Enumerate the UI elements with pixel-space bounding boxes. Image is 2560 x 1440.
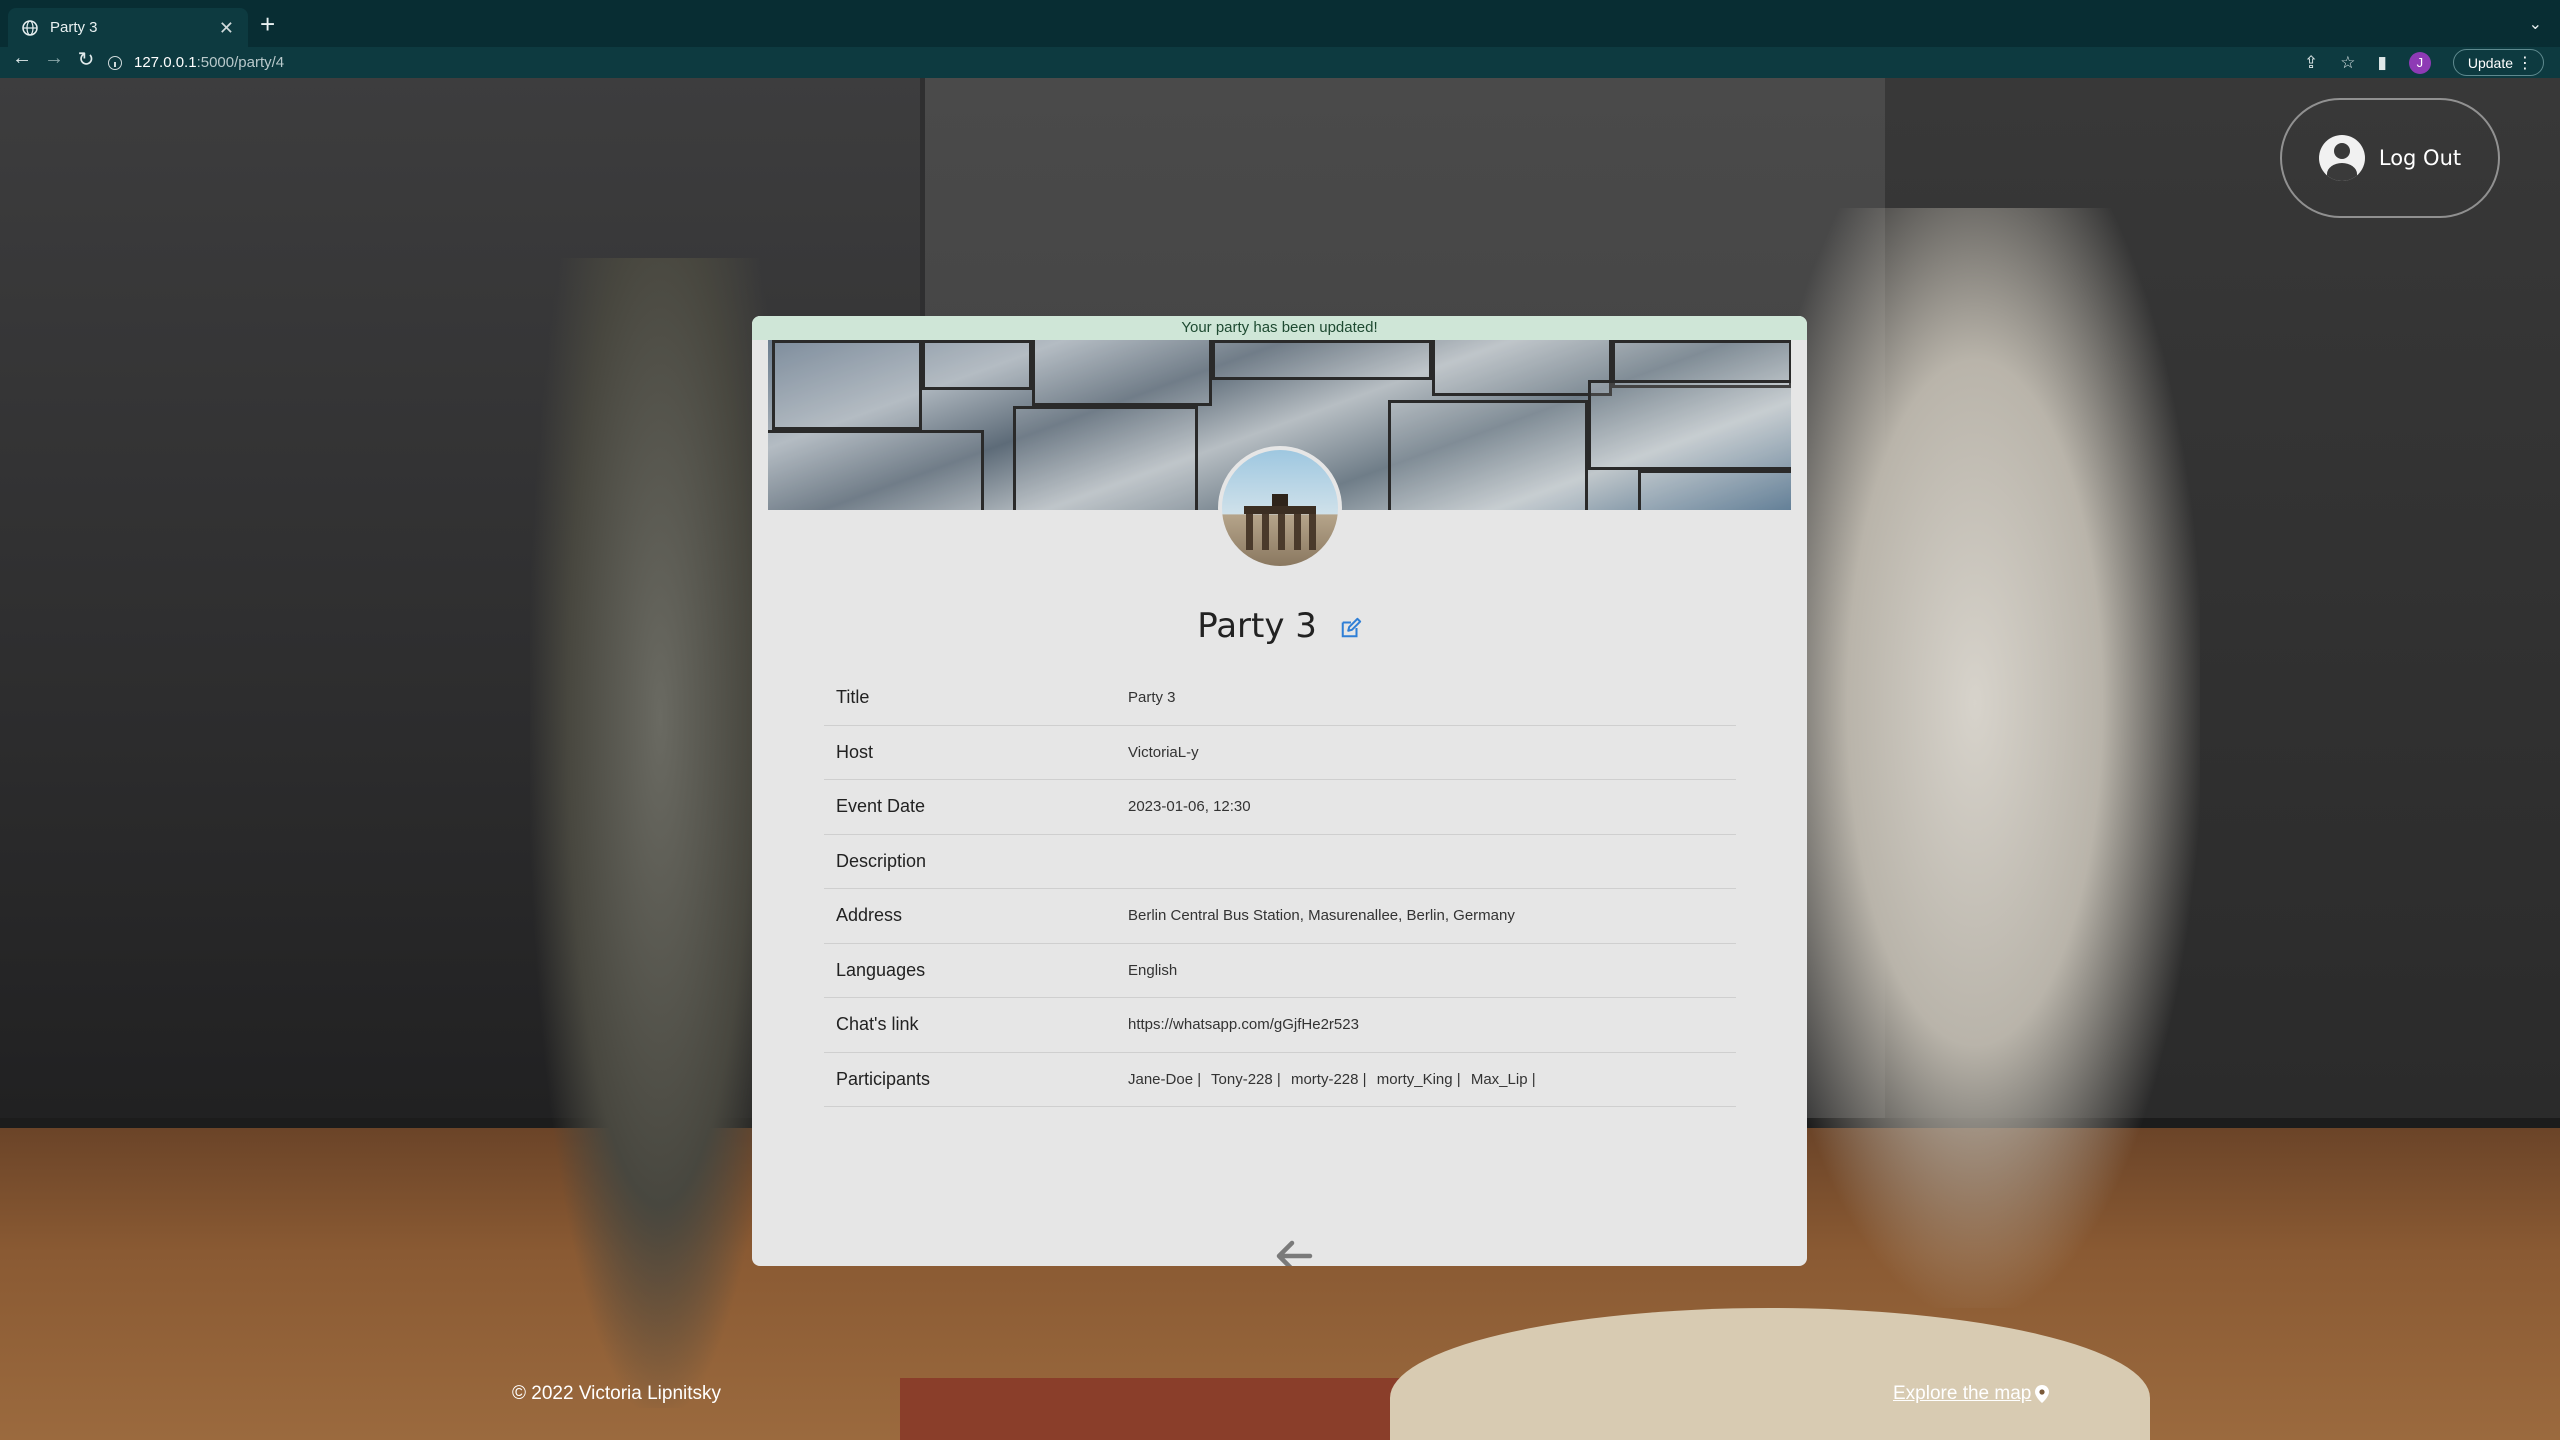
- close-tab-icon[interactable]: ✕: [219, 19, 234, 37]
- update-label: Update: [2467, 54, 2513, 71]
- explore-map-label: Explore the map: [1893, 1383, 2032, 1404]
- detail-label: Title: [836, 687, 870, 708]
- detail-value: Berlin Central Bus Station, Masurenallee…: [1128, 907, 1515, 925]
- side-panel-icon[interactable]: ▮: [2377, 53, 2386, 73]
- background-person-left: [530, 258, 790, 1408]
- map-pin-icon: [2035, 1385, 2050, 1403]
- back-arrow-icon[interactable]: ←: [6, 47, 38, 70]
- detail-value: Party 3: [1128, 689, 1176, 707]
- arrow-left-icon: [1276, 1240, 1313, 1266]
- reload-icon[interactable]: ↻: [70, 47, 102, 72]
- participant-link[interactable]: Tony-228 |: [1211, 1071, 1281, 1088]
- user-circle-icon: [2318, 135, 2365, 181]
- detail-value: 2023-01-06, 12:30: [1128, 798, 1251, 816]
- detail-value: English: [1128, 961, 1178, 979]
- background-person-right: [1750, 208, 2200, 1308]
- explore-map-link[interactable]: Explore the map: [1893, 1383, 2050, 1405]
- tab-bar: Party 3 ✕ + ⌄: [0, 0, 2560, 47]
- flash-message: Your party has been updated!: [752, 316, 1807, 340]
- detail-value: VictoriaL-y: [1128, 743, 1199, 761]
- info-icon[interactable]: [108, 55, 122, 70]
- url-host: 127.0.0.1: [134, 54, 197, 71]
- background-rug: [900, 1378, 1460, 1440]
- detail-label: Address: [836, 905, 903, 926]
- detail-label: Host: [836, 741, 874, 762]
- detail-row-event-date: Event Date 2023-01-06, 12:30: [824, 780, 1736, 835]
- detail-row-title: Title Party 3: [824, 671, 1736, 726]
- bookmark-star-icon[interactable]: ☆: [2340, 53, 2355, 73]
- logout-label: Log Out: [2378, 146, 2462, 170]
- detail-row-address: Address Berlin Central Bus Station, Masu…: [824, 889, 1736, 944]
- tab-title: Party 3: [50, 19, 98, 36]
- detail-label: Event Date: [836, 796, 926, 817]
- footer-copyright: © 2022 Victoria Lipnitsky: [512, 1383, 722, 1404]
- detail-label: Participants: [836, 1068, 931, 1089]
- chevron-down-icon[interactable]: ⌄: [2529, 14, 2542, 34]
- party-details-table: Title Party 3 Host VictoriaL-y Event Dat…: [824, 671, 1736, 1107]
- profile-avatar[interactable]: J: [2408, 51, 2431, 74]
- address-bar[interactable]: 127.0.0.1:5000/party/4: [108, 50, 2308, 75]
- new-tab-plus-icon[interactable]: +: [260, 11, 275, 37]
- participant-link[interactable]: Max_Lip |: [1471, 1071, 1536, 1088]
- participant-link[interactable]: morty_King |: [1377, 1071, 1461, 1088]
- chat-link[interactable]: https://whatsapp.com/gGjfHe2r523: [1128, 1016, 1736, 1033]
- logout-button[interactable]: Log Out: [2280, 98, 2500, 218]
- participant-link[interactable]: Jane-Doe |: [1128, 1071, 1201, 1088]
- browser-tab-active[interactable]: Party 3 ✕: [8, 8, 248, 47]
- page-background: Log Out Your party has been updated! Par…: [0, 78, 2560, 1440]
- url-path: :5000/party/4: [196, 54, 285, 71]
- detail-label: Description: [836, 850, 927, 871]
- party-heading-text: Party 3: [1197, 606, 1317, 646]
- detail-row-description: Description: [824, 835, 1736, 889]
- detail-row-host: Host VictoriaL-y: [824, 726, 1736, 780]
- globe-icon: [22, 19, 38, 36]
- update-button[interactable]: Update ⋮: [2452, 49, 2544, 76]
- detail-row-languages: Languages English: [824, 944, 1736, 998]
- more-vert-icon[interactable]: ⋮: [2517, 53, 2533, 73]
- browser-chrome: Party 3 ✕ + ⌄ ← → ↻ 127.0.0.1:5000/party…: [0, 0, 2560, 78]
- forward-arrow-icon[interactable]: →: [38, 47, 70, 70]
- party-heading: Party 3: [752, 606, 1807, 646]
- share-icon[interactable]: ⇪: [2304, 53, 2318, 73]
- detail-label: Chat's link: [836, 1014, 919, 1035]
- detail-row-participants: Participants Jane-Doe | Tony-228 | morty…: [824, 1053, 1736, 1107]
- party-avatar-image: [1218, 446, 1342, 570]
- detail-row-chat-link: Chat's link https://whatsapp.com/gGjfHe2…: [824, 998, 1736, 1053]
- back-button[interactable]: [1272, 1236, 1316, 1266]
- browser-toolbar: ← → ↻ 127.0.0.1:5000/party/4 ⇪ ☆ ▮ J Upd…: [0, 47, 2560, 78]
- party-card: Your party has been updated! Party 3 Tit…: [752, 316, 1807, 1266]
- participant-link[interactable]: morty-228 |: [1291, 1071, 1367, 1088]
- detail-label: Languages: [836, 959, 926, 980]
- participants-list: Jane-Doe | Tony-228 | morty-228 | morty_…: [1128, 1071, 1736, 1088]
- toolbar-actions: ⇪ ☆ ▮ J Update ⋮: [2304, 49, 2544, 76]
- edit-icon[interactable]: [1340, 617, 1362, 639]
